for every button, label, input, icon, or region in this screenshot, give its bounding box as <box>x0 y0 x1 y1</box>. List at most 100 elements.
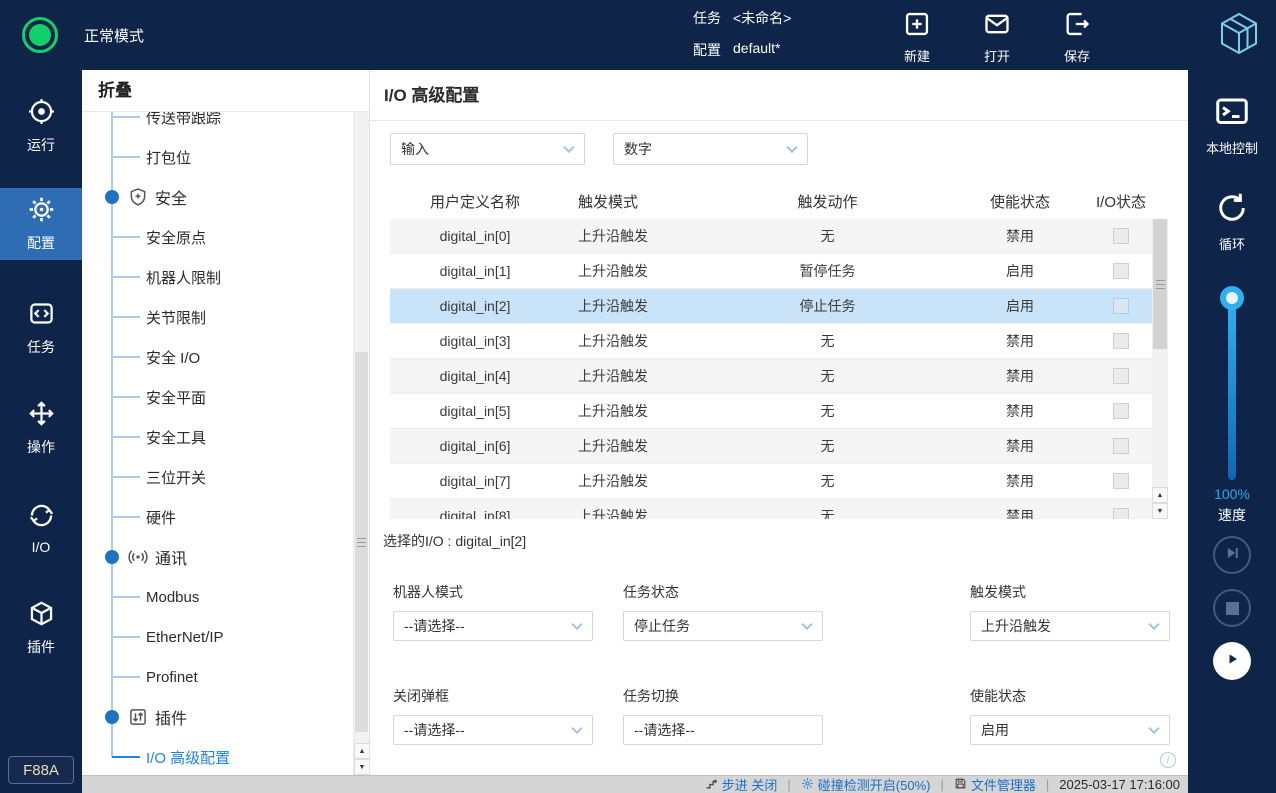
task-status-select[interactable]: 停止任务 <box>623 611 823 641</box>
task-switch-input[interactable]: --请选择-- <box>623 715 823 745</box>
right-control-rail: 本地控制 循环 100% 速度 <box>1188 70 1276 793</box>
local-control-button[interactable]: 本地控制 <box>1188 94 1276 157</box>
tree-item-three-pos-switch[interactable]: 三位开关 <box>82 457 351 497</box>
tree-item-hardware[interactable]: 硬件 <box>82 497 351 537</box>
info-icon[interactable]: i <box>1160 752 1176 768</box>
io-state-checkbox[interactable] <box>1113 333 1129 349</box>
io-state-checkbox[interactable] <box>1113 403 1129 419</box>
loop-button[interactable]: 循环 <box>1188 190 1276 253</box>
io-state-checkbox[interactable] <box>1113 263 1129 279</box>
table-scrollbar-thumb[interactable] <box>1153 219 1167 349</box>
table-row[interactable]: digital_in[4] 上升沿触发 无 禁用 <box>390 359 1152 394</box>
task-label: 任务 <box>693 8 721 28</box>
table-row-selected[interactable]: digital_in[2] 上升沿触发 停止任务 启用 <box>390 289 1152 324</box>
open-file-icon <box>983 25 1011 42</box>
step-mode-status[interactable]: 步进 关闭 <box>705 775 778 793</box>
speed-slider-track[interactable] <box>1228 298 1236 480</box>
io-state-checkbox[interactable] <box>1113 368 1129 384</box>
io-state-checkbox[interactable] <box>1113 228 1129 244</box>
open-button[interactable]: 打开 <box>961 10 1033 65</box>
device-code-badge[interactable]: F88A <box>8 756 74 784</box>
table-row[interactable]: digital_in[6] 上升沿触发 无 禁用 <box>390 429 1152 464</box>
io-type-select[interactable]: 数字 <box>613 133 808 165</box>
new-button[interactable]: 新建 <box>881 10 953 65</box>
tree-item-safety-io[interactable]: 安全 I/O <box>82 337 351 377</box>
table-row[interactable]: digital_in[8] 上升沿触发 无 禁用 <box>390 499 1152 519</box>
mode-label: 正常模式 <box>84 25 144 46</box>
config-tree-panel: 折叠 传送带跟踪 打包位 安全 安全原点 机器人限制 关节限制 安全 I/O 安… <box>82 70 370 775</box>
robot-mode-select[interactable]: --请选择-- <box>393 611 593 641</box>
tree-item-ethernet-ip[interactable]: EtherNet/IP <box>82 617 351 657</box>
sidebar-item-io[interactable]: I/O <box>0 492 82 564</box>
io-state-checkbox[interactable] <box>1113 473 1129 489</box>
tree-item-profinet[interactable]: Profinet <box>82 657 351 697</box>
table-row[interactable]: digital_in[3] 上升沿触发 无 禁用 <box>390 324 1152 359</box>
chevron-down-icon <box>786 142 797 153</box>
brand-logo-icon <box>1215 10 1263 63</box>
play-button[interactable] <box>1213 642 1251 680</box>
robot-mode-field: 机器人模式 --请选择-- <box>393 582 593 641</box>
tree-item-modbus[interactable]: Modbus <box>82 577 351 617</box>
table-scrollbar[interactable]: ▲ ▼ <box>1152 219 1168 519</box>
tree-item-joint-limits[interactable]: 关节限制 <box>82 297 351 337</box>
sidebar-item-config[interactable]: 配置 <box>0 188 82 260</box>
tree-scrollbar-thumb[interactable] <box>355 352 368 732</box>
table-row[interactable]: digital_in[0] 上升沿触发 无 禁用 <box>390 219 1152 254</box>
sidebar-item-task[interactable]: 任务 <box>0 292 82 364</box>
table-row[interactable]: digital_in[1] 上升沿触发 暂停任务 启用 <box>390 254 1152 289</box>
table-row[interactable]: digital_in[7] 上升沿触发 无 禁用 <box>390 464 1152 499</box>
io-state-checkbox[interactable] <box>1113 438 1129 454</box>
play-icon <box>1222 649 1242 674</box>
tree-item-packing-pos[interactable]: 打包位 <box>82 137 351 177</box>
sidebar-item-plugin[interactable]: 插件 <box>0 592 82 664</box>
collision-detect-status[interactable]: 碰撞检测开启(50%) <box>801 775 931 793</box>
io-state-checkbox[interactable] <box>1113 298 1129 314</box>
tree-collapse-header[interactable]: 折叠 <box>82 70 369 112</box>
chevron-down-icon <box>571 723 582 734</box>
tree-scrollbar[interactable]: ▲ ▼ <box>353 112 369 775</box>
stop-button[interactable] <box>1213 589 1251 627</box>
tree-item-communication[interactable]: 通讯 <box>82 537 351 577</box>
close-popup-select[interactable]: --请选择-- <box>393 715 593 745</box>
scroll-down-icon[interactable]: ▼ <box>354 759 369 775</box>
left-nav-rail: 运行 配置 任务 操作 I/O 插件 F88A <box>0 70 82 793</box>
tree-node-dot <box>105 190 119 204</box>
tree-item-safety[interactable]: 安全 <box>82 177 351 217</box>
run-icon <box>28 98 55 128</box>
tree-item-safety-plane[interactable]: 安全平面 <box>82 377 351 417</box>
selected-io-text: 选择的I/O : digital_in[2] <box>383 531 526 551</box>
step-forward-button[interactable] <box>1213 536 1251 574</box>
trigger-mode-select[interactable]: 上升沿触发 <box>970 611 1170 641</box>
io-direction-select[interactable]: 输入 <box>390 133 585 165</box>
file-manager-button[interactable]: 文件管理器 <box>954 775 1036 793</box>
close-popup-field: 关闭弹框 --请选择-- <box>393 686 593 745</box>
chevron-down-icon <box>571 619 582 630</box>
io-table: 用户定义名称 触发模式 触发动作 使能状态 I/O状态 digital_in[0… <box>390 183 1152 519</box>
tree-item-safety-home[interactable]: 安全原点 <box>82 217 351 257</box>
save-button[interactable]: 保存 <box>1041 10 1113 65</box>
scroll-up-icon[interactable]: ▲ <box>1152 487 1168 503</box>
io-state-checkbox[interactable] <box>1113 508 1129 519</box>
app-window: 正常模式 任务 <未命名> 配置 default* 新建 打开 保存 <box>0 0 1276 793</box>
tree-item-robot-limits[interactable]: 机器人限制 <box>82 257 351 297</box>
sidebar-item-operate[interactable]: 操作 <box>0 392 82 464</box>
table-row[interactable]: digital_in[5] 上升沿触发 无 禁用 <box>390 394 1152 429</box>
scroll-down-icon[interactable]: ▼ <box>1152 503 1168 519</box>
collision-icon <box>801 777 814 793</box>
enable-state-select[interactable]: 启用 <box>970 715 1170 745</box>
scroll-up-icon[interactable]: ▲ <box>354 743 369 759</box>
table-body: digital_in[0] 上升沿触发 无 禁用 digital_in[1] 上… <box>390 219 1152 519</box>
tree-item-safety-tool[interactable]: 安全工具 <box>82 417 351 457</box>
code-icon <box>28 300 55 330</box>
filter-row: 输入 数字 <box>390 133 808 165</box>
tree-item-conveyor-tracking[interactable]: 传送带跟踪 <box>82 112 351 137</box>
chevron-down-icon <box>1148 619 1159 630</box>
move-icon <box>28 400 55 430</box>
stop-icon <box>1226 602 1239 615</box>
status-green-icon <box>22 17 58 53</box>
chevron-down-icon <box>801 619 812 630</box>
speed-slider-thumb[interactable] <box>1220 286 1244 310</box>
tree-item-plugin[interactable]: 插件 <box>82 697 351 737</box>
sidebar-item-run[interactable]: 运行 <box>0 90 82 162</box>
tree-item-io-advanced-config[interactable]: I/O 高级配置 <box>82 737 351 775</box>
